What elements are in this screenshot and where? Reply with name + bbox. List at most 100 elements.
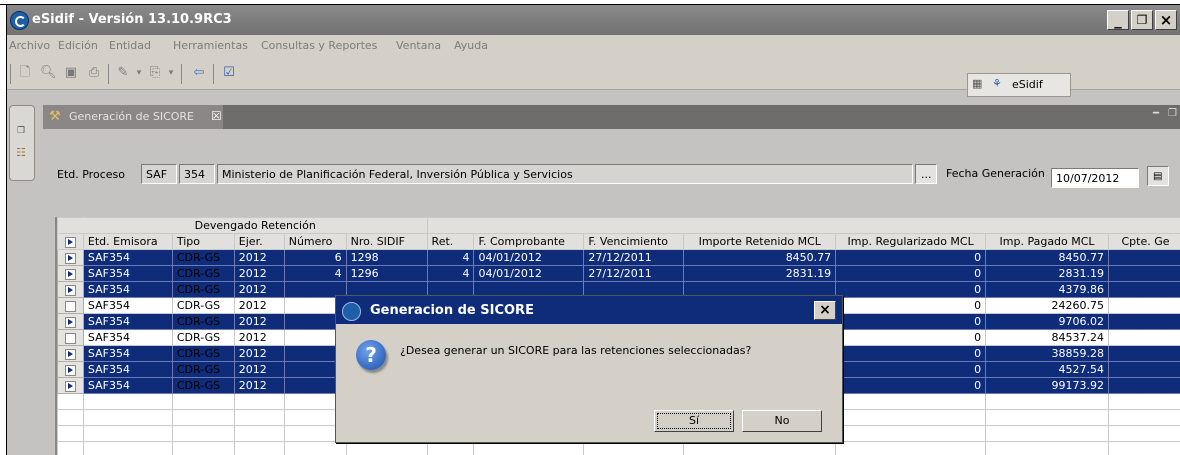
column-header[interactable]: Ejer. <box>233 233 285 250</box>
table-cell: 1296 <box>345 265 428 282</box>
edit-icon[interactable]: ✎ <box>115 65 131 81</box>
table-cell: SAF354 <box>82 361 173 378</box>
table-cell: 2012 <box>233 345 285 362</box>
empty-cell <box>82 393 173 410</box>
saf-number-field[interactable]: 354 <box>179 164 215 184</box>
empty-cell <box>171 393 235 410</box>
column-header[interactable]: Etd. Emisora <box>82 233 173 250</box>
column-header[interactable]: Tipo <box>171 233 235 250</box>
column-header[interactable]: Nro. SIDIF <box>345 233 428 250</box>
row-select-checkbox[interactable] <box>57 265 84 282</box>
empty-cell <box>233 425 285 442</box>
table-row[interactable]: SAF354 CDR-GS 2012 6 1298 4 04/01/2012 27/12/20… <box>57 249 1180 266</box>
table-cell: SAF354 <box>82 281 173 298</box>
maximize-view-icon[interactable]: ❐ <box>1168 108 1177 119</box>
column-header[interactable]: Cpte. Ge <box>1107 233 1180 250</box>
row-select-checkbox[interactable] <box>57 361 84 378</box>
restore-button[interactable]: ❐ <box>1131 10 1153 30</box>
etd-proceso-label: Etd. Proceso <box>57 168 125 181</box>
row-selector-icon <box>64 268 76 280</box>
tab-generacion-sicore[interactable]: ⚒ Generación de SICORE ☒ <box>43 105 223 129</box>
column-header[interactable]: F. Vencimiento <box>583 233 685 250</box>
print-icon[interactable]: ⎙ <box>86 65 102 81</box>
table-cell: 0 <box>835 281 987 298</box>
table-cell: CDR-GS <box>171 377 235 394</box>
table-cell: 0 <box>835 377 987 394</box>
column-header[interactable]: Ret. <box>426 233 475 250</box>
row-select-checkbox[interactable] <box>57 345 84 362</box>
dropdown-arrow-icon[interactable]: ▾ <box>163 65 179 81</box>
report-icon[interactable]: ☑ <box>221 65 237 81</box>
row-select-checkbox[interactable] <box>57 377 84 394</box>
row-select-checkbox[interactable] <box>57 281 84 298</box>
column-header[interactable]: Imp. Pagado MCL <box>985 233 1109 250</box>
table-cell: 0 <box>835 249 987 266</box>
table-cell: CDR-GS <box>171 361 235 378</box>
open-perspective-icon[interactable]: ▦ <box>972 77 982 90</box>
close-button[interactable]: × <box>1155 10 1177 30</box>
navigate-icon[interactable]: ⎘ <box>147 65 163 81</box>
menu-consultas-reportes[interactable]: Consultas y Reportes <box>261 39 377 52</box>
row-select-checkbox[interactable] <box>57 329 84 346</box>
empty-cell <box>57 393 84 410</box>
table-cell: 04/01/2012 <box>473 265 585 282</box>
empty-cell <box>583 441 685 455</box>
row-select-checkbox[interactable] <box>57 249 84 266</box>
column-header[interactable]: Importe Retenido MCL <box>683 233 837 250</box>
search-icon[interactable]: 🔍︎ <box>40 65 57 81</box>
calendar-icon[interactable]: ▤ <box>1147 166 1169 186</box>
menu-edicion[interactable]: Edición <box>58 39 98 52</box>
fecha-generacion-field[interactable]: 10/07/2012 <box>1051 168 1139 188</box>
column-header[interactable]: F. Comprobante <box>473 233 585 250</box>
empty-cell <box>283 441 347 455</box>
perspective-switcher[interactable]: ▦ ⚘ eSidif <box>967 73 1071 97</box>
table-cell: SAF354 <box>82 377 173 394</box>
no-button[interactable]: No <box>742 410 822 432</box>
table-cell: 04/01/2012 <box>473 249 585 266</box>
menu-ventana[interactable]: Ventana <box>396 39 441 52</box>
saf-code-field[interactable]: SAF <box>141 164 177 184</box>
new-file-icon[interactable]: 🗋 <box>17 65 33 81</box>
app-window: eSidif - Versión 13.10.9RC3 _ ❐ × Archiv… <box>6 5 1180 455</box>
dialog-close-button[interactable]: × <box>814 301 836 320</box>
table-cell <box>1107 361 1180 378</box>
empty-cell <box>835 425 987 442</box>
table-cell: 4 <box>426 249 475 266</box>
browse-button[interactable]: ... <box>915 164 937 184</box>
toolbar-separator <box>213 64 214 84</box>
table-cell: 8450.77 <box>683 249 837 266</box>
row-selector-icon <box>64 236 76 248</box>
confirm-dialog: Generacion de SICORE × ? ¿Desea generar … <box>335 295 843 443</box>
dialog-title-bar[interactable]: Generacion de SICORE × <box>336 296 842 324</box>
menu-archivo[interactable]: Archivo <box>9 39 50 52</box>
minimize-button[interactable]: _ <box>1107 10 1129 30</box>
column-header[interactable]: Imp. Regularizado MCL <box>835 233 987 250</box>
restore-view-icon[interactable]: ❐ <box>17 126 25 136</box>
row-select-checkbox[interactable] <box>57 313 84 330</box>
empty-cell <box>985 409 1109 426</box>
empty-cell <box>233 409 285 426</box>
table-cell: 99173.92 <box>985 377 1109 394</box>
dialog-title: Generacion de SICORE <box>370 303 534 318</box>
table-row[interactable]: SAF354 CDR-GS 2012 4 1296 4 04/01/2012 27/12/20… <box>57 265 1180 282</box>
dropdown-arrow-icon[interactable]: ▾ <box>131 65 147 81</box>
minimize-view-icon[interactable]: ━ <box>1153 108 1159 119</box>
yes-button[interactable]: Sí <box>654 410 734 432</box>
menu-entidad[interactable]: Entidad <box>109 39 151 52</box>
menu-herramientas[interactable]: Herramientas <box>173 39 248 52</box>
save-icon[interactable]: ▣ <box>63 65 79 81</box>
back-arrow-icon[interactable]: ⇦ <box>191 65 207 81</box>
menu-ayuda[interactable]: Ayuda <box>454 39 488 52</box>
saf-name-field[interactable]: Ministerio de Planificación Federal, Inv… <box>217 164 913 184</box>
row-selector-icon <box>64 252 76 264</box>
row-selector-icon <box>64 380 76 392</box>
hierarchy-view-icon[interactable]: ☷ <box>16 146 26 159</box>
perspective-label: eSidif <box>1012 78 1043 91</box>
column-header[interactable]: Número <box>283 233 347 250</box>
table-cell: 2012 <box>233 281 285 298</box>
toolbar-separator <box>108 64 109 84</box>
title-bar[interactable]: eSidif - Versión 13.10.9RC3 _ ❐ × <box>7 5 1180 35</box>
row-select-checkbox[interactable] <box>57 297 84 314</box>
select-all-toggle[interactable] <box>57 233 84 250</box>
tab-close-icon[interactable]: ☒ <box>211 109 222 123</box>
